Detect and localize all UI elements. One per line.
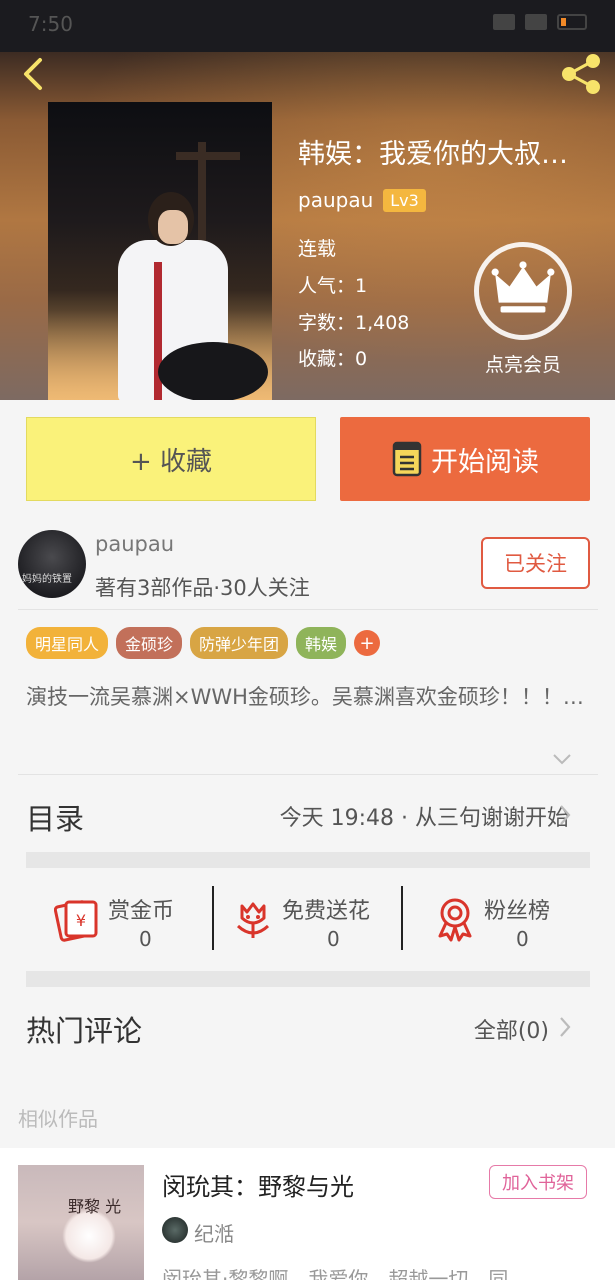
section-separator xyxy=(26,971,590,987)
coin-reward-icon[interactable]: ¥ xyxy=(54,896,100,942)
author-name[interactable]: paupau xyxy=(95,532,174,556)
medal-icon[interactable] xyxy=(432,896,478,942)
wifi-icon xyxy=(493,14,515,30)
similar-book-author: 纪湉 xyxy=(194,1222,234,1246)
status-time: 7:50 xyxy=(28,12,73,36)
book-popularity: 人气：1 xyxy=(298,275,368,297)
divider xyxy=(18,774,598,775)
tag-item[interactable]: 明星同人 xyxy=(26,627,109,659)
vip-label[interactable]: 点亮会员 xyxy=(470,350,576,377)
level-badge: Lv3 xyxy=(383,188,426,212)
cover-face xyxy=(158,210,188,244)
tag-item[interactable]: 防弹少年团 xyxy=(190,627,289,659)
avatar-text: 妈妈的铁置 xyxy=(22,574,72,585)
svg-text:¥: ¥ xyxy=(76,911,86,930)
book-description: 演技一流吴慕渊×WWH金硕珍。吴慕渊喜欢金硕珍！！！… xyxy=(26,685,584,709)
author-avatar[interactable]: 妈妈的铁置 xyxy=(18,530,86,598)
stat-label[interactable]: 免费送花 xyxy=(282,893,370,925)
start-reading-label: 开始阅读 xyxy=(431,446,539,478)
add-to-shelf-button[interactable]: 加入书架 xyxy=(489,1165,587,1199)
battery-icon xyxy=(557,14,587,30)
back-icon[interactable] xyxy=(14,54,54,94)
share-icon[interactable] xyxy=(557,52,605,96)
author-meta: 著有3部作品·30人关注 xyxy=(95,576,310,600)
all-comments-link[interactable]: 全部(0) xyxy=(474,1013,549,1045)
similar-book-tags: 闵玧其·黎黎啊 我爱你 超越一切 同 xyxy=(162,1267,509,1280)
tag-item[interactable]: 金硕珍 xyxy=(116,627,183,659)
stat-divider xyxy=(212,886,214,950)
similar-book-cover[interactable]: 野黎 光 xyxy=(18,1165,144,1280)
hot-comments-title: 热门评论 xyxy=(26,1014,143,1048)
follow-button[interactable]: 已关注 xyxy=(481,537,590,589)
status-bar: 7:50 xyxy=(0,0,615,52)
signal-icon xyxy=(525,14,547,30)
book-cover[interactable] xyxy=(48,102,272,400)
chevron-down-icon[interactable] xyxy=(552,752,572,766)
stat-value: 0 xyxy=(516,927,529,951)
stat-value: 0 xyxy=(139,927,152,951)
chevron-right-icon[interactable] xyxy=(558,1015,572,1039)
tag-list: 明星同人 金硕珍 防弹少年团 韩娱 + xyxy=(26,627,381,659)
catalog-title[interactable]: 目录 xyxy=(26,796,84,838)
flower-icon[interactable] xyxy=(230,896,276,942)
add-tag-button[interactable]: + xyxy=(354,630,381,656)
book-author-row: paupau Lv3 xyxy=(298,188,426,212)
book-author[interactable]: paupau xyxy=(298,188,373,212)
crown-icon[interactable] xyxy=(474,242,572,340)
latest-chapter[interactable]: 今天 19:48 · 从三句谢谢开始 xyxy=(280,800,569,832)
book-icon xyxy=(392,441,422,477)
tag-item[interactable]: 韩娱 xyxy=(296,627,347,659)
book-word-count: 字数：1,408 xyxy=(298,312,410,334)
chevron-right-icon[interactable] xyxy=(558,803,572,827)
cover-text: 野黎 光 xyxy=(68,1197,122,1216)
section-separator xyxy=(26,852,590,868)
cover-snowboard xyxy=(158,342,268,400)
favorite-button[interactable]: + 收藏 xyxy=(26,417,316,501)
book-status: 连载 xyxy=(298,238,337,260)
similar-book-title[interactable]: 闵玧其：野黎与光 xyxy=(162,1167,354,1202)
book-title: 韩娱：我爱你的大叔… xyxy=(298,139,568,170)
stat-label[interactable]: 粉丝榜 xyxy=(484,893,550,925)
status-icons xyxy=(493,14,587,30)
similar-author-avatar xyxy=(162,1217,188,1243)
cover-moon xyxy=(62,1209,116,1263)
stat-label[interactable]: 赏金币 xyxy=(108,893,174,925)
stat-value: 0 xyxy=(327,927,340,951)
divider xyxy=(18,609,598,610)
start-reading-button[interactable]: 开始阅读 xyxy=(340,417,590,501)
cover-pole-bar xyxy=(176,152,240,160)
book-collections: 收藏：0 xyxy=(298,348,368,370)
stat-divider xyxy=(401,886,403,950)
similar-works-label: 相似作品 xyxy=(18,1107,98,1131)
